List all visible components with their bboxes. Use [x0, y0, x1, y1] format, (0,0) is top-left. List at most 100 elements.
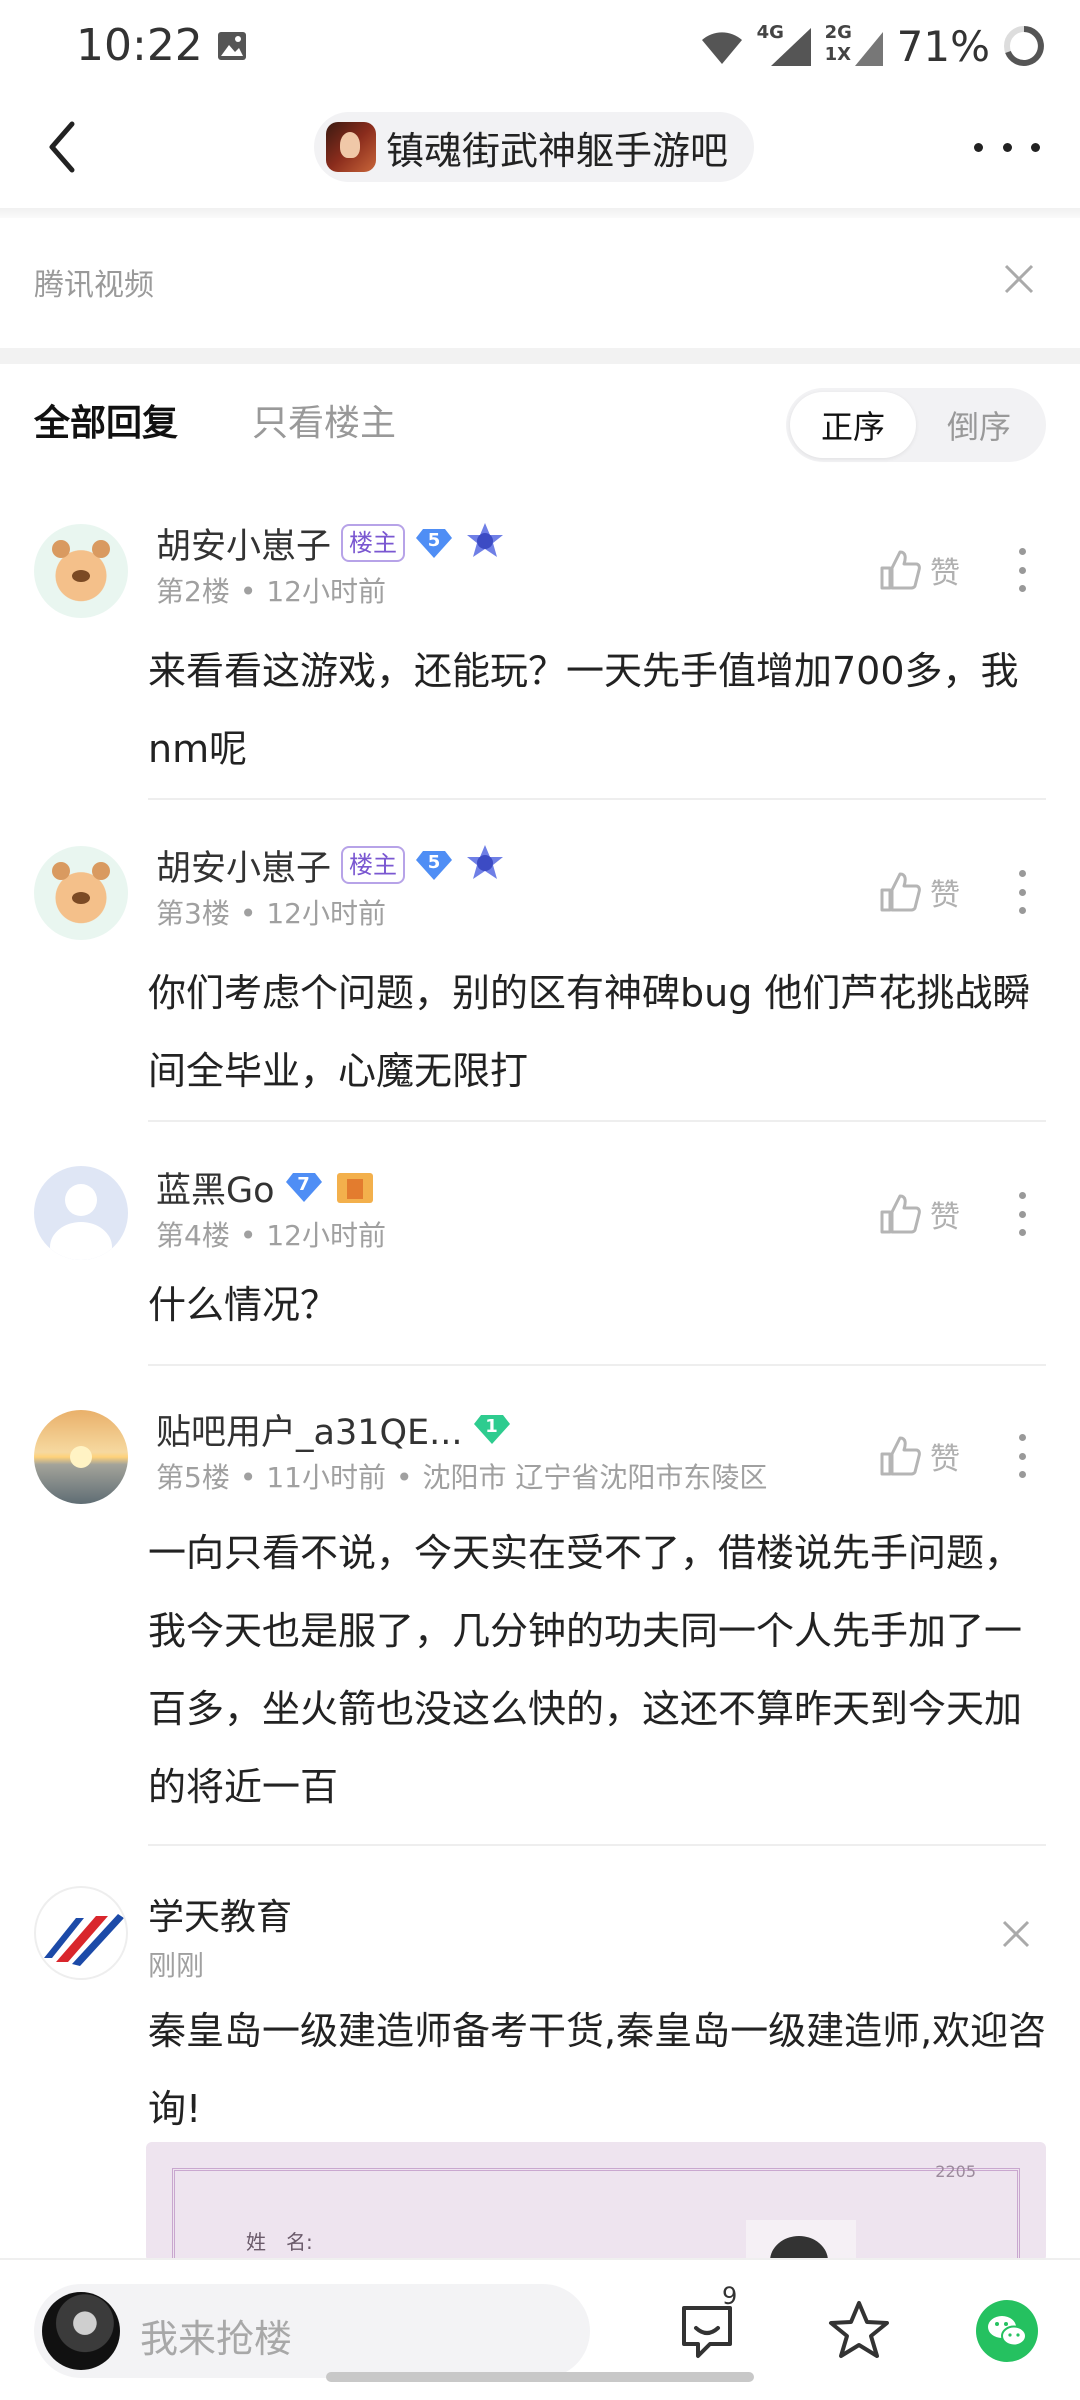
post-time: 12小时前 — [266, 575, 386, 608]
post-header: 胡安小崽子 楼主 5 第2楼 • 12小时前 — [156, 518, 507, 610]
post-floor-4: 蓝黑Go 7 第4楼 • 12小时前 赞 什么情况？ — [0, 1158, 1080, 1368]
level-number: 1 — [485, 1416, 498, 1437]
star-favorite-icon[interactable] — [826, 2298, 892, 2364]
ad-brand-logo-icon — [44, 1914, 124, 1966]
user-avatar[interactable] — [34, 524, 128, 618]
level-number: 5 — [427, 852, 441, 873]
post-header: 贴吧用户_a31QE... 1 第5楼 • 11小时前 • 沈阳市 辽宁省沈阳市东陵区 — [156, 1404, 767, 1496]
more-dot-icon — [1018, 1192, 1026, 1199]
more-dot-icon — [974, 142, 983, 152]
post-floor-5: 贴吧用户_a31QE... 1 第5楼 • 11小时前 • 沈阳市 辽宁省沈阳市东陵区 … — [0, 1400, 1080, 1850]
signal-4g: 4G — [757, 22, 813, 68]
post-content: 来看看这游戏，还能玩？一天先手值增加700多，我nm呢 — [148, 649, 1019, 771]
like-label: 赞 — [930, 1200, 960, 1235]
more-dot-icon — [1018, 1434, 1026, 1441]
status-bar: 10:22 4G 2G 1X 71% — [0, 0, 1080, 92]
wechat-share-button[interactable] — [976, 2300, 1038, 2362]
rank-medal-icon — [336, 1173, 373, 1203]
post-content: 什么情况？ — [148, 1283, 339, 1327]
post-floor-3: 胡安小崽子 楼主 5 第3楼 • 12小时前 赞 你们考虑个问题，别的区有神碑bug… — [0, 836, 1080, 1122]
more-dot-icon — [1018, 566, 1026, 574]
post-more-button[interactable] — [1018, 1192, 1026, 1236]
username[interactable]: 胡安小崽子 — [156, 840, 331, 891]
like-button[interactable]: 赞 — [878, 870, 960, 914]
certificate-photo — [746, 2220, 856, 2262]
back-button[interactable] — [40, 112, 100, 182]
sort-ascending-button[interactable]: 正序 — [790, 392, 916, 458]
signal-2g: 2G 1X — [825, 22, 885, 68]
thumbs-up-icon — [880, 550, 921, 590]
owner-badge: 楼主 — [341, 846, 406, 884]
battery-text: 71% — [896, 21, 990, 71]
more-options-button[interactable] — [974, 122, 1040, 172]
forum-title-pill[interactable]: 镇魂街武神躯手游吧 — [314, 112, 755, 182]
more-dot-icon — [1018, 1452, 1026, 1460]
source-row: 腾讯视频 — [0, 240, 1080, 320]
user-avatar[interactable] — [34, 846, 128, 940]
post-more-button[interactable] — [1018, 548, 1026, 592]
my-avatar — [42, 2292, 120, 2370]
more-dot-icon — [1018, 548, 1026, 555]
like-label: 赞 — [930, 878, 960, 913]
post-location: 沈阳市 辽宁省沈阳市东陵区 — [422, 1461, 768, 1494]
section-divider — [0, 348, 1080, 364]
wechat-icon — [988, 2316, 1027, 2347]
level-badge: 5 — [415, 527, 453, 559]
thumbs-up-icon — [880, 1194, 921, 1234]
owner-badge: 楼主 — [341, 524, 406, 562]
post-divider — [148, 1844, 1046, 1846]
ad-close-icon[interactable] — [1000, 1918, 1032, 1950]
username[interactable]: 胡安小崽子 — [156, 518, 331, 569]
like-label: 赞 — [930, 556, 960, 591]
like-label: 赞 — [930, 1442, 960, 1477]
post-content: 你们考虑个问题，别的区有神碑bug 他们芦花挑战瞬间全毕业，心魔无限打 — [148, 971, 1031, 1093]
post-time: 12小时前 — [266, 897, 386, 930]
post-divider — [148, 1120, 1046, 1122]
like-button[interactable]: 赞 — [878, 1434, 960, 1478]
username[interactable]: 蓝黑Go — [156, 1162, 275, 1213]
post-time: 11小时前 — [266, 1461, 386, 1494]
sort-descending-button[interactable]: 倒序 — [916, 392, 1042, 458]
nav-divider — [0, 208, 1080, 218]
close-icon[interactable] — [1002, 262, 1036, 296]
username[interactable]: 贴吧用户_a31QE... — [156, 1404, 463, 1455]
post-content: 一向只看不说，今天实在受不了，借楼说先手问题，我今天也是服了，几分钟的功夫同一个… — [148, 1531, 1023, 1809]
sort-toggle: 正序 倒序 — [786, 388, 1046, 462]
certificate-number: 2205 — [935, 2162, 976, 2181]
tab-owner-only[interactable]: 只看楼主 — [252, 394, 396, 446]
medal-icon — [467, 845, 504, 879]
gallery-icon — [218, 32, 246, 60]
post-more-button[interactable] — [1018, 1434, 1026, 1478]
floor-number: 第4楼 — [156, 1219, 230, 1252]
medal-icon — [467, 523, 504, 557]
post-more-button[interactable] — [1018, 870, 1026, 914]
post-header: 胡安小崽子 楼主 5 第3楼 • 12小时前 — [156, 840, 507, 932]
nav-bar: 镇魂街武神躯手游吧 — [0, 92, 1080, 210]
thumbs-up-icon — [880, 1436, 921, 1476]
reply-input[interactable]: 我来抢楼 — [34, 2284, 590, 2378]
tab-all-replies[interactable]: 全部回复 — [34, 394, 178, 446]
floor-number: 第5楼 — [156, 1461, 230, 1494]
like-button[interactable]: 赞 — [878, 548, 960, 592]
more-dot-icon — [1031, 142, 1040, 152]
ad-image[interactable]: 2205 姓 名: — [146, 2142, 1046, 2262]
level-number: 5 — [427, 530, 441, 551]
level-badge: 1 — [473, 1413, 511, 1445]
post-meta: 第4楼 • 12小时前 — [156, 1219, 386, 1252]
post-time: 12小时前 — [266, 1219, 386, 1252]
home-indicator[interactable] — [326, 2372, 754, 2382]
reply-tabs: 全部回复 只看楼主 正序 倒序 — [0, 364, 1080, 484]
post-meta: 第3楼 • 12小时前 — [156, 897, 386, 930]
reply-placeholder: 我来抢楼 — [140, 2317, 293, 2361]
status-icons: 4G 2G 1X 71% — [699, 18, 1046, 74]
thumbs-up-icon — [880, 872, 921, 912]
status-time: 10:22 — [76, 20, 203, 71]
like-button[interactable]: 赞 — [878, 1192, 960, 1236]
more-dot-icon — [1018, 585, 1026, 592]
post-meta: 第5楼 • 11小时前 • 沈阳市 辽宁省沈阳市东陵区 — [156, 1461, 768, 1494]
source-label[interactable]: 腾讯视频 — [34, 260, 154, 304]
user-avatar[interactable] — [34, 1166, 128, 1260]
signal-bars-icon — [770, 28, 811, 66]
user-avatar[interactable] — [34, 1410, 128, 1504]
more-dot-icon — [1018, 888, 1026, 896]
